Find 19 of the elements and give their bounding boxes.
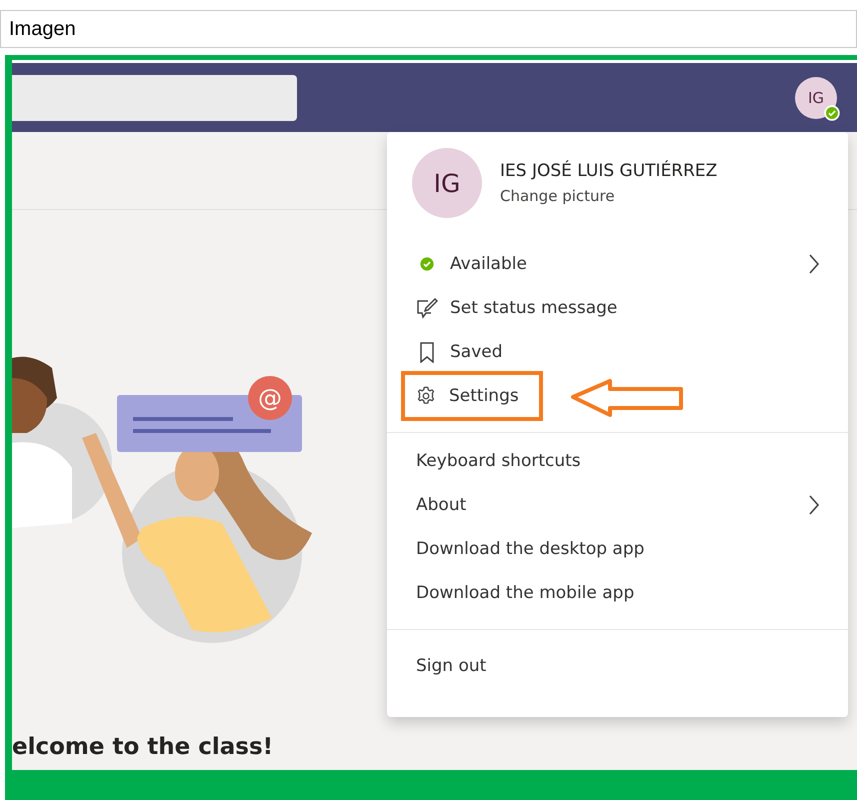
settings-icon (415, 385, 437, 407)
welcome-heading: elcome to the class! (12, 734, 274, 760)
menu-item[interactable]: Saved (416, 341, 503, 363)
edit-icon (416, 297, 438, 319)
menu-item[interactable]: Sign out (416, 656, 486, 676)
profile-avatar[interactable]: IG (412, 148, 482, 218)
caption-cell: Imagen (0, 10, 857, 48)
menu-item[interactable]: Download the mobile app (416, 583, 634, 603)
menu-item[interactable]: About (416, 495, 466, 515)
mention-badge: @ (248, 376, 292, 420)
menu-item[interactable]: Available (416, 253, 527, 275)
menu-item[interactable]: Settings (401, 371, 543, 421)
profile-name: IES JOSÉ LUIS GUTIÉRREZ (500, 161, 718, 181)
menu-item[interactable]: Keyboard shortcuts (416, 451, 581, 471)
profile-avatar[interactable]: IG (795, 76, 837, 118)
change-picture-link[interactable]: Change picture (500, 187, 718, 205)
search-field[interactable] (12, 74, 297, 120)
menu-item[interactable]: Download the desktop app (416, 539, 644, 559)
menu-item[interactable]: Set status message (416, 297, 618, 319)
